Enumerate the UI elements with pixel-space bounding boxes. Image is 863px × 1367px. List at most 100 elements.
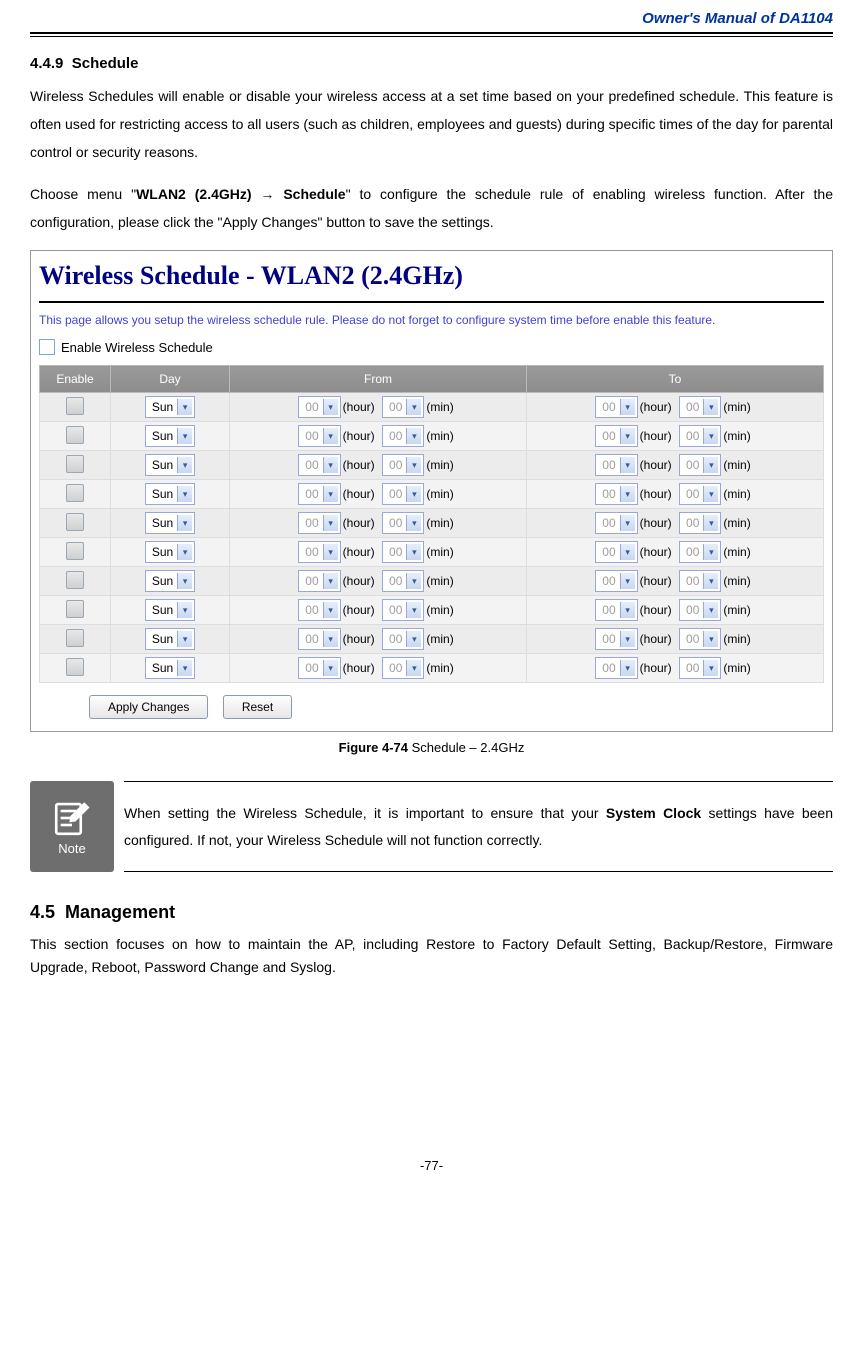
chevron-down-icon: ▾ xyxy=(177,573,192,589)
time-select[interactable]: 00▾ xyxy=(298,570,340,592)
time-select[interactable]: 00▾ xyxy=(595,425,637,447)
day-select[interactable]: Sun▾ xyxy=(145,483,195,505)
hour-unit: (hour) xyxy=(341,400,379,414)
min-unit: (min) xyxy=(721,661,754,675)
min-unit: (min) xyxy=(721,603,754,617)
row-enable-checkbox[interactable] xyxy=(66,542,84,560)
time-select[interactable]: 00▾ xyxy=(679,570,721,592)
chevron-down-icon: ▾ xyxy=(620,660,635,676)
para2-bold: WLAN2 (2.4GHz) → Schedule xyxy=(136,186,346,202)
time-select[interactable]: 00▾ xyxy=(595,570,637,592)
time-select[interactable]: 00▾ xyxy=(679,396,721,418)
time-select[interactable]: 00▾ xyxy=(595,541,637,563)
time-select[interactable]: 00▾ xyxy=(679,512,721,534)
chevron-down-icon: ▾ xyxy=(323,631,338,647)
time-select[interactable]: 00▾ xyxy=(382,483,424,505)
day-select[interactable]: Sun▾ xyxy=(145,570,195,592)
time-select[interactable]: 00▾ xyxy=(298,454,340,476)
time-select[interactable]: 00▾ xyxy=(382,657,424,679)
time-select[interactable]: 00▾ xyxy=(382,541,424,563)
day-select[interactable]: Sun▾ xyxy=(145,512,195,534)
time-select[interactable]: 00▾ xyxy=(679,541,721,563)
chevron-down-icon: ▾ xyxy=(620,457,635,473)
hour-unit: (hour) xyxy=(341,429,379,443)
time-select[interactable]: 00▾ xyxy=(382,425,424,447)
chevron-down-icon: ▾ xyxy=(406,573,421,589)
row-enable-checkbox[interactable] xyxy=(66,426,84,444)
time-select[interactable]: 00▾ xyxy=(595,454,637,476)
hour-unit: (hour) xyxy=(341,458,379,472)
figure-caption: Figure 4-74 Schedule – 2.4GHz xyxy=(30,740,833,755)
day-select[interactable]: Sun▾ xyxy=(145,541,195,563)
para2-pre: Choose menu " xyxy=(30,186,136,202)
enable-schedule-label: Enable Wireless Schedule xyxy=(61,340,213,355)
time-select[interactable]: 00▾ xyxy=(298,512,340,534)
page-header: Owner's Manual of DA1104 xyxy=(30,10,833,32)
chevron-down-icon: ▾ xyxy=(406,486,421,502)
chevron-down-icon: ▾ xyxy=(177,486,192,502)
chevron-down-icon: ▾ xyxy=(323,602,338,618)
day-select[interactable]: Sun▾ xyxy=(145,628,195,650)
row-enable-checkbox[interactable] xyxy=(66,513,84,531)
time-select[interactable]: 00▾ xyxy=(595,396,637,418)
time-select[interactable]: 00▾ xyxy=(679,628,721,650)
time-select[interactable]: 00▾ xyxy=(679,454,721,476)
chevron-down-icon: ▾ xyxy=(620,573,635,589)
chevron-down-icon: ▾ xyxy=(323,660,338,676)
time-select[interactable]: 00▾ xyxy=(298,483,340,505)
time-select[interactable]: 00▾ xyxy=(382,512,424,534)
row-enable-checkbox[interactable] xyxy=(66,455,84,473)
reset-button[interactable]: Reset xyxy=(223,695,292,719)
note-text: When setting the Wireless Schedule, it i… xyxy=(124,781,833,872)
row-enable-checkbox[interactable] xyxy=(66,629,84,647)
day-select[interactable]: Sun▾ xyxy=(145,425,195,447)
col-to: To xyxy=(527,366,824,393)
chevron-down-icon: ▾ xyxy=(620,602,635,618)
time-select[interactable]: 00▾ xyxy=(595,628,637,650)
day-select[interactable]: Sun▾ xyxy=(145,454,195,476)
time-select[interactable]: 00▾ xyxy=(382,599,424,621)
table-row: Sun▾00▾(hour) 00▾(min)00▾(hour) 00▾(min) xyxy=(40,538,824,567)
time-select[interactable]: 00▾ xyxy=(298,599,340,621)
time-select[interactable]: 00▾ xyxy=(382,396,424,418)
day-select[interactable]: Sun▾ xyxy=(145,396,195,418)
time-select[interactable]: 00▾ xyxy=(595,599,637,621)
enable-schedule-checkbox[interactable] xyxy=(39,339,55,355)
row-enable-checkbox[interactable] xyxy=(66,397,84,415)
row-enable-checkbox[interactable] xyxy=(66,571,84,589)
enable-schedule-row[interactable]: Enable Wireless Schedule xyxy=(39,339,824,355)
panel-title: Wireless Schedule - WLAN2 (2.4GHz) xyxy=(39,261,824,291)
table-row: Sun▾00▾(hour) 00▾(min)00▾(hour) 00▾(min) xyxy=(40,596,824,625)
time-select[interactable]: 00▾ xyxy=(382,628,424,650)
time-select[interactable]: 00▾ xyxy=(679,657,721,679)
time-select[interactable]: 00▾ xyxy=(595,483,637,505)
day-select[interactable]: Sun▾ xyxy=(145,657,195,679)
time-select[interactable]: 00▾ xyxy=(298,425,340,447)
row-enable-checkbox[interactable] xyxy=(66,658,84,676)
chevron-down-icon: ▾ xyxy=(703,428,718,444)
min-unit: (min) xyxy=(721,632,754,646)
time-select[interactable]: 00▾ xyxy=(679,599,721,621)
time-select[interactable]: 00▾ xyxy=(298,628,340,650)
time-select[interactable]: 00▾ xyxy=(382,454,424,476)
header-rule-thin xyxy=(30,36,833,37)
chevron-down-icon: ▾ xyxy=(703,486,718,502)
note-pre: When setting the Wireless Schedule, it i… xyxy=(124,805,606,821)
day-select[interactable]: Sun▾ xyxy=(145,599,195,621)
time-select[interactable]: 00▾ xyxy=(595,657,637,679)
time-select[interactable]: 00▾ xyxy=(298,396,340,418)
min-unit: (min) xyxy=(721,487,754,501)
time-select[interactable]: 00▾ xyxy=(382,570,424,592)
time-select[interactable]: 00▾ xyxy=(595,512,637,534)
row-enable-checkbox[interactable] xyxy=(66,600,84,618)
chevron-down-icon: ▾ xyxy=(703,631,718,647)
table-row: Sun▾00▾(hour) 00▾(min)00▾(hour) 00▾(min) xyxy=(40,451,824,480)
time-select[interactable]: 00▾ xyxy=(298,541,340,563)
chevron-down-icon: ▾ xyxy=(406,457,421,473)
time-select[interactable]: 00▾ xyxy=(679,425,721,447)
section-45-title: Management xyxy=(65,902,175,922)
apply-changes-button[interactable]: Apply Changes xyxy=(89,695,208,719)
time-select[interactable]: 00▾ xyxy=(679,483,721,505)
time-select[interactable]: 00▾ xyxy=(298,657,340,679)
row-enable-checkbox[interactable] xyxy=(66,484,84,502)
